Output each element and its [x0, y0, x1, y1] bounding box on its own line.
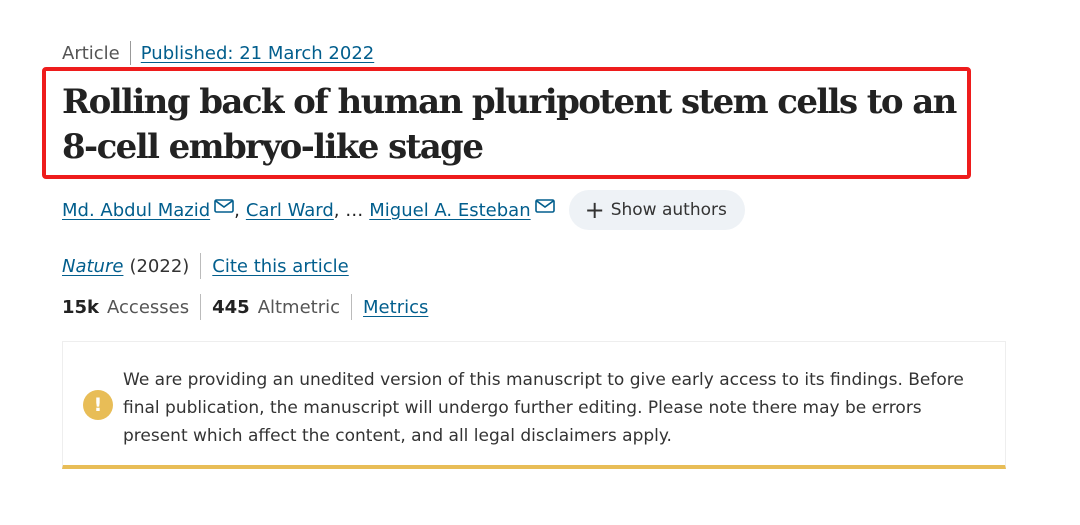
notice-text: We are providing an unedited version of …: [123, 370, 964, 446]
stats-divider: [351, 294, 353, 320]
author-link[interactable]: Miguel A. Esteban: [369, 200, 530, 221]
author-ellipsis: , …: [333, 199, 364, 221]
envelope-icon[interactable]: [214, 199, 234, 213]
article-meta: Article Published: 21 March 2022: [62, 41, 374, 65]
author-separator: ,: [234, 199, 240, 221]
show-authors-label: Show authors: [610, 200, 727, 220]
exclamation-icon: !: [83, 390, 113, 420]
altmetric-count: 445: [212, 296, 250, 318]
meta-divider: [129, 41, 131, 65]
altmetric-label: Altmetric: [257, 296, 341, 318]
article-title: Rolling back of human pluripotent stem c…: [62, 82, 957, 167]
journal-divider: [200, 253, 202, 279]
author-list: Md. Abdul Mazid , Carl Ward , … Miguel A…: [62, 190, 745, 230]
journal-info: Nature (2022) Cite this article: [62, 253, 349, 279]
journal-year: (2022): [129, 255, 190, 277]
author-link[interactable]: Carl Ward: [246, 200, 334, 221]
published-date-link[interactable]: Published: 21 March 2022: [141, 43, 374, 64]
cite-article-link[interactable]: Cite this article: [212, 256, 348, 277]
show-authors-button[interactable]: + Show authors: [568, 190, 745, 230]
plus-icon: +: [584, 196, 605, 224]
accesses-count: 15k: [62, 296, 100, 318]
article-type-label: Article: [62, 42, 120, 64]
article-stats: 15k Accesses 445 Altmetric Metrics: [62, 294, 428, 320]
envelope-icon[interactable]: [534, 199, 555, 213]
unedited-manuscript-notice: ! We are providing an unedited version o…: [62, 341, 1006, 469]
metrics-link[interactable]: Metrics: [363, 297, 428, 318]
author-link[interactable]: Md. Abdul Mazid: [62, 200, 210, 221]
accesses-label: Accesses: [107, 296, 190, 318]
journal-name-link[interactable]: Nature: [62, 256, 123, 277]
stats-divider: [200, 294, 202, 320]
